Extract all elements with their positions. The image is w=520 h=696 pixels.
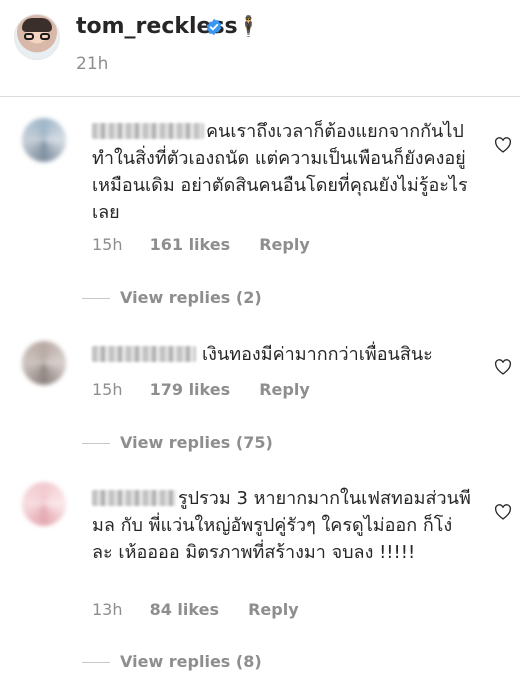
comment-time: 15h	[92, 380, 123, 399]
comment-text: เงินทองมีค่ามากกว่าเพื่อนสินะ	[202, 344, 433, 365]
comment-likes[interactable]: 161 likes	[150, 235, 231, 254]
reply-button[interactable]: Reply	[259, 380, 310, 399]
reply-button[interactable]: Reply	[259, 235, 310, 254]
commenter-avatar-blurred[interactable]	[22, 482, 66, 526]
view-replies-button[interactable]: View replies (2)	[82, 288, 262, 307]
comment-meta: 15h 179 likes Reply	[92, 380, 310, 399]
comment-meta: 15h 161 likes Reply	[92, 235, 310, 254]
replies-line	[82, 443, 110, 444]
comment-text: รูปรวม 3 หายากมากในเฟสทอมส่วนพีมล กับ พี…	[92, 488, 471, 563]
comment-likes[interactable]: 179 likes	[150, 380, 231, 399]
like-heart-icon[interactable]	[494, 504, 512, 520]
commenter-avatar-blurred[interactable]	[22, 341, 66, 385]
comment-text: คนเราถึงเวลาก็ต้องแยกจากกันไปทำในสิ่งที่…	[92, 121, 468, 223]
like-heart-icon[interactable]	[494, 137, 512, 153]
post-time: 21h	[76, 54, 109, 74]
commenter-avatar-blurred[interactable]	[22, 118, 66, 162]
comment-meta: 13h 84 likes Reply	[92, 600, 299, 619]
comment-time: 15h	[92, 235, 123, 254]
verified-badge-icon	[206, 18, 222, 36]
post-author-avatar[interactable]	[14, 14, 60, 60]
post-header: tom_reckless 🕴 21h	[0, 0, 520, 96]
view-replies-button[interactable]: View replies (8)	[82, 652, 262, 671]
replies-line	[82, 662, 110, 663]
comment-time: 13h	[92, 600, 123, 619]
like-heart-icon[interactable]	[494, 359, 512, 375]
replies-line	[82, 298, 110, 299]
instagram-comments-screen: tom_reckless 🕴 21h คนเราถึงเวลาก็ต้องแยก…	[0, 0, 520, 696]
header-divider	[0, 96, 520, 97]
reply-button[interactable]: Reply	[248, 600, 299, 619]
figure-emoji-icon: 🕴	[236, 14, 261, 38]
view-replies-button[interactable]: View replies (75)	[82, 433, 273, 452]
comment-likes[interactable]: 84 likes	[150, 600, 219, 619]
